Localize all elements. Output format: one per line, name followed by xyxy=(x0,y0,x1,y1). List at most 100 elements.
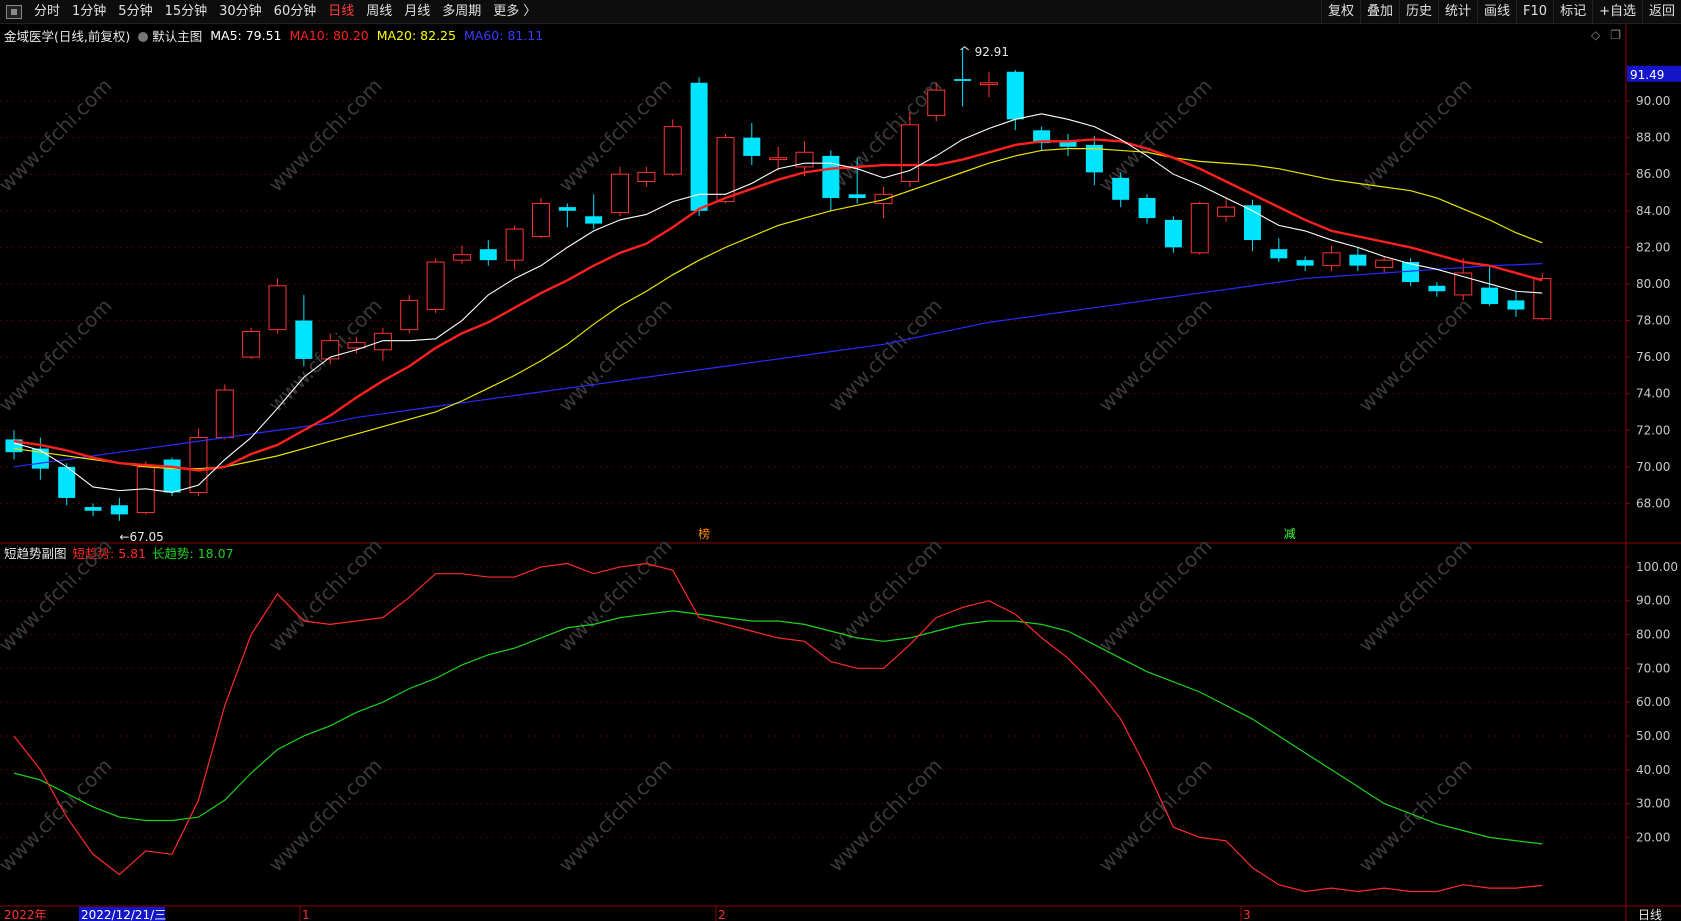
candle-body-down xyxy=(743,137,761,156)
candle-body-down xyxy=(84,507,102,511)
candle-body-down xyxy=(1270,249,1288,259)
candle-body-up xyxy=(189,437,208,493)
osc-tick-label: 50.00 xyxy=(1636,729,1670,743)
watermark: www.cfchi.com xyxy=(0,294,117,417)
candle-body-up xyxy=(769,157,788,161)
candle-body-up xyxy=(452,254,471,261)
candle-body-up xyxy=(1375,259,1394,268)
osc-tick-label: 70.00 xyxy=(1636,661,1670,675)
candle-body-up xyxy=(927,89,946,117)
watermark: www.cfchi.com xyxy=(1094,534,1217,657)
candle-body-up xyxy=(1533,277,1552,320)
price-tick-label: 72.00 xyxy=(1636,423,1670,437)
high-price-marker xyxy=(960,46,969,51)
candle-body-down xyxy=(1006,71,1024,120)
candle-body-up xyxy=(268,285,287,331)
candle-body-up xyxy=(1190,202,1209,254)
osc-tick-label: 80.00 xyxy=(1636,628,1670,642)
watermark: www.cfchi.com xyxy=(1094,294,1217,417)
watermark: www.cfchi.com xyxy=(0,74,117,197)
low-price-annotation: ←67.05 xyxy=(119,530,163,544)
price-tick-label: 82.00 xyxy=(1636,240,1670,254)
watermark: www.cfchi.com xyxy=(264,74,387,197)
watermark: www.cfchi.com xyxy=(1094,754,1217,877)
candle-body-down xyxy=(163,459,181,493)
watermark: www.cfchi.com xyxy=(1354,294,1477,417)
candle-body-up xyxy=(637,171,656,183)
osc-tick-label: 40.00 xyxy=(1636,763,1670,777)
candle-body-up xyxy=(979,82,998,86)
watermark: www.cfchi.com xyxy=(824,294,947,417)
watermark: www.cfchi.com xyxy=(554,754,677,877)
watermark: www.cfchi.com xyxy=(1354,74,1477,197)
candle-body-down xyxy=(110,505,128,515)
candle-body-down xyxy=(1112,177,1130,200)
long-trend-line xyxy=(13,610,1543,845)
price-tick-label: 76.00 xyxy=(1636,350,1670,364)
price-tick-label: 74.00 xyxy=(1636,387,1670,401)
ma20-line xyxy=(13,147,1543,470)
date-cursor-label: 2022/12/21/三 xyxy=(81,908,166,921)
price-tick-label: 80.00 xyxy=(1636,277,1670,291)
price-tick-label: 90.00 xyxy=(1636,94,1670,108)
candle-body-up xyxy=(400,299,419,331)
candle-body-up xyxy=(1217,206,1236,217)
price-tick-label: 78.00 xyxy=(1636,314,1670,328)
candle-body-down xyxy=(1428,285,1446,292)
osc-tick-label: 60.00 xyxy=(1636,695,1670,709)
candle-body-down xyxy=(690,82,708,211)
candle-body-up xyxy=(663,126,682,175)
watermark: www.cfchi.com xyxy=(824,534,947,657)
month-label: 3 xyxy=(1243,908,1251,921)
watermark: www.cfchi.com xyxy=(264,754,387,877)
candle-body-up xyxy=(611,173,630,214)
candle-body-down xyxy=(954,79,972,81)
event-marker: 减 xyxy=(1284,527,1296,541)
candle-body-down xyxy=(1481,287,1499,305)
candle-body-up xyxy=(215,389,234,439)
candle-body-up xyxy=(373,332,392,351)
osc-tick-label: 90.00 xyxy=(1636,594,1670,608)
month-label: 2 xyxy=(718,908,726,921)
ma60-line xyxy=(13,263,1543,468)
candle-body-down xyxy=(1296,260,1314,266)
watermark: www.cfchi.com xyxy=(0,534,117,657)
period-label: 日线 xyxy=(1638,908,1662,921)
stock-chart[interactable]: 90.00 88.00 86.00 84.00 82.00 80.00 78.00 76.00… xyxy=(0,0,1681,921)
candle-body-up xyxy=(242,330,261,358)
ma5-line xyxy=(13,113,1543,494)
ma10-line xyxy=(13,138,1543,472)
candle-body-down xyxy=(1138,197,1156,219)
price-tick-label: 86.00 xyxy=(1636,167,1670,181)
year-label: 2022年 xyxy=(4,908,47,921)
candle-body-down xyxy=(822,155,840,198)
price-tick-label: 88.00 xyxy=(1636,131,1670,145)
month-label: 1 xyxy=(302,908,310,921)
high-price-annotation: 92.91 xyxy=(975,45,1009,59)
candle-body-down xyxy=(585,216,603,224)
candle-body-down xyxy=(295,320,313,359)
price-tick-label: 84.00 xyxy=(1636,204,1670,218)
candle-body-down xyxy=(848,194,866,198)
watermark: www.cfchi.com xyxy=(1354,534,1477,657)
candle-body-up xyxy=(1322,252,1341,267)
candle-body-up xyxy=(347,341,366,349)
short-trend-line xyxy=(13,562,1543,893)
price-tick-label: 70.00 xyxy=(1636,460,1670,474)
candle-body-up xyxy=(874,193,893,204)
osc-tick-label: 30.00 xyxy=(1636,797,1670,811)
event-marker: 榜 xyxy=(698,526,710,541)
candle-body-up xyxy=(900,124,919,183)
candle-body-down xyxy=(1164,219,1182,248)
osc-tick-label: 100.00 xyxy=(1636,560,1678,574)
price-tick-label: 68.00 xyxy=(1636,496,1670,510)
candle-body-up xyxy=(532,202,550,237)
candle-body-down xyxy=(1507,300,1525,310)
watermark: www.cfchi.com xyxy=(554,534,677,657)
candle-body-down xyxy=(558,207,576,211)
current-price-label: 91.49 xyxy=(1630,68,1664,82)
watermark: www.cfchi.com xyxy=(554,294,677,417)
candle-body-up xyxy=(321,340,340,360)
osc-tick-label: 20.00 xyxy=(1636,830,1670,844)
watermark: www.cfchi.com xyxy=(264,534,387,657)
